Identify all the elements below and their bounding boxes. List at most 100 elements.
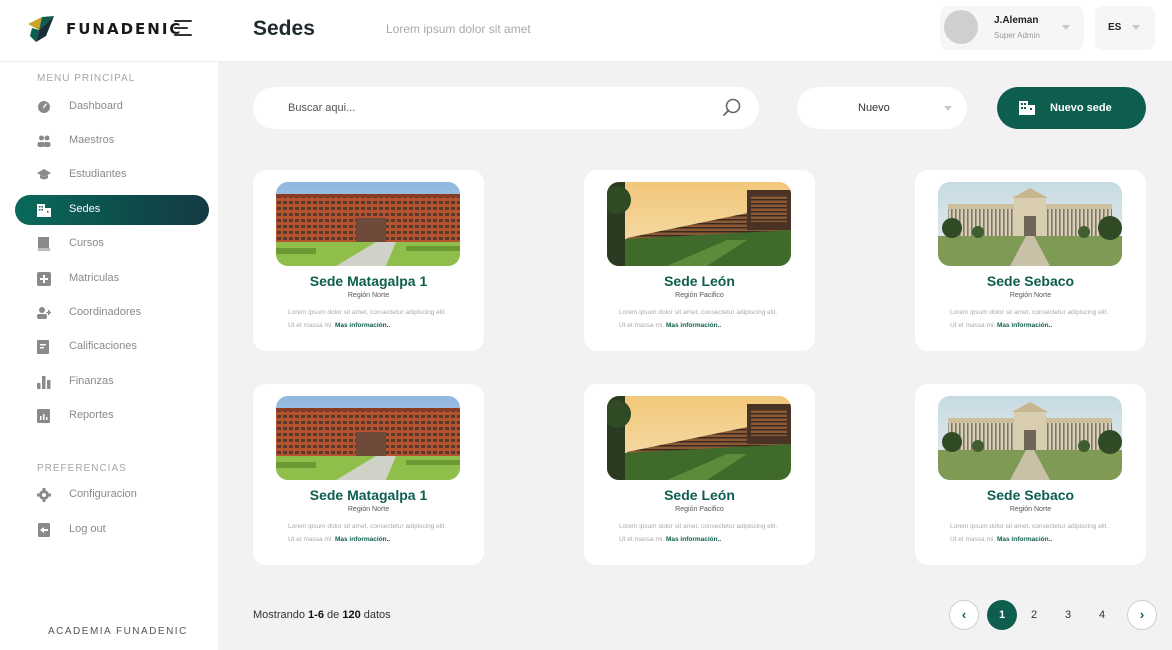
more-info-link[interactable]: Mas información..: [666, 322, 721, 329]
more-info-link[interactable]: Mas información..: [335, 322, 390, 329]
sede-photo: [607, 396, 791, 480]
sede-title: Sede Sebaco: [986, 487, 1075, 503]
more-info-link[interactable]: Mas información..: [997, 322, 1052, 329]
chevron-right-icon: ›: [1139, 607, 1145, 622]
sede-region: Región Norte: [347, 506, 390, 513]
building-icon: [1019, 101, 1035, 115]
sede-card[interactable]: Sede Sebaco Región Norte Lorem ipsum dolor…: [915, 170, 1146, 351]
sidebar-item-coordinadores[interactable]: Coordinadores: [15, 298, 209, 328]
sidebar-item-finanzas[interactable]: Finanzas: [15, 367, 209, 397]
pagination-summary: Mostrando 1-6 de 120 datos: [253, 609, 391, 621]
building-icon: [37, 204, 51, 217]
menu-section-label: MENU PRINCIPAL: [37, 73, 136, 84]
sede-photo: [276, 396, 460, 480]
sede-title: Sede Matagalpa 1: [309, 273, 428, 289]
chevron-left-icon: ‹: [961, 607, 967, 622]
sidebar-item-logout[interactable]: Log out: [15, 515, 209, 545]
sidebar-item-reportes[interactable]: Reportes: [15, 401, 209, 431]
sidebar-item-label: Dashboard: [69, 100, 123, 112]
sidebar-item-calificaciones[interactable]: Calificaciones: [15, 332, 209, 362]
sede-region: Región Norte: [347, 292, 390, 299]
brand-name: FUNADENIC: [66, 20, 183, 38]
sede-title: Sede Sebaco: [986, 273, 1075, 289]
chevron-down-icon: [1062, 25, 1070, 30]
user-role: Super Admin: [994, 31, 1040, 40]
brand[interactable]: FUNADENIC: [26, 13, 182, 45]
plus-box-icon: [37, 272, 51, 286]
teachers-icon: [37, 135, 51, 147]
sidebar-item-configuracion[interactable]: Configuracion: [15, 480, 209, 510]
sede-region: Región Pacifico: [675, 292, 724, 299]
sidebar-item-estudiantes[interactable]: Estudiantes: [15, 160, 209, 190]
sidebar-item-sedes[interactable]: Sedes: [15, 195, 209, 225]
summary-total: 120: [342, 609, 361, 621]
more-info-link[interactable]: Mas información..: [997, 536, 1052, 543]
sede-description: Lorem ipsum dolor sit amet, consectetur …: [619, 520, 783, 546]
graduation-cap-icon: [37, 169, 51, 180]
search-input[interactable]: Buscar aqui...: [253, 87, 759, 129]
menu-toggle-icon[interactable]: [174, 20, 194, 36]
sidebar-item-matriculas[interactable]: Matriculas: [15, 264, 209, 294]
sidebar-item-label: Matriculas: [69, 272, 120, 284]
sede-title: Sede Matagalpa 1: [309, 487, 428, 503]
summary-prefix: Mostrando: [253, 609, 305, 621]
sede-region: Región Norte: [1009, 292, 1052, 299]
pagination-page-4[interactable]: 4: [1087, 600, 1117, 630]
sede-card[interactable]: Sede León Región Pacifico Lorem ipsum dolo…: [584, 384, 815, 565]
new-sede-button[interactable]: Nuevo sede: [997, 87, 1146, 129]
sidebar-item-label: Estudiantes: [69, 168, 127, 180]
grades-icon: [37, 340, 49, 354]
sede-description: Lorem ipsum dolor sit amet, consectetur …: [288, 306, 452, 332]
pagination-page-2[interactable]: 2: [1019, 600, 1049, 630]
sede-card[interactable]: Sede Matagalpa 1 Región Norte Lorem ipsum …: [253, 384, 484, 565]
sede-photo: [607, 182, 791, 266]
add-user-icon: [37, 307, 51, 319]
page-subtitle: Lorem ipsum dolor sit amet: [386, 22, 531, 36]
sede-photo: [938, 396, 1122, 480]
pagination-page-3[interactable]: 3: [1053, 600, 1083, 630]
page-title: Sedes: [253, 17, 315, 40]
sede-description: Lorem ipsum dolor sit amet, consectetur …: [950, 306, 1114, 332]
sede-region: Región Norte: [1009, 506, 1052, 513]
sidebar-item-cursos[interactable]: Cursos: [15, 229, 209, 259]
sede-description: Lorem ipsum dolor sit amet, consectetur …: [950, 520, 1114, 546]
sidebar-item-maestros[interactable]: Maestros: [15, 126, 209, 156]
sede-card[interactable]: Sede León Región Pacifico Lorem ipsum dolo…: [584, 170, 815, 351]
sede-title: Sede León: [664, 487, 735, 503]
search-icon[interactable]: [722, 98, 742, 118]
pagination-next-button[interactable]: ›: [1127, 600, 1157, 630]
summary-of: de: [327, 609, 340, 621]
pagination-page-1[interactable]: 1: [987, 600, 1017, 630]
sede-description: Lorem ipsum dolor sit amet, consectetur …: [288, 520, 452, 546]
user-menu[interactable]: J.Aleman Super Admin: [940, 6, 1084, 50]
pagination-prev-button[interactable]: ‹: [949, 600, 979, 630]
sede-card[interactable]: Sede Sebaco Región Norte Lorem ipsum dolor…: [915, 384, 1146, 565]
filter-select[interactable]: Nuevo: [797, 87, 967, 129]
filter-value: Nuevo: [858, 102, 890, 114]
more-info-link[interactable]: Mas información..: [335, 536, 390, 543]
user-name: J.Aleman: [994, 15, 1039, 26]
language-select[interactable]: ES: [1095, 6, 1155, 50]
summary-suffix: datos: [363, 609, 391, 621]
chevron-down-icon: [944, 106, 952, 111]
sidebar-footer: ACADEMIA FUNADENIC: [48, 626, 188, 637]
bar-chart-icon: [37, 376, 51, 389]
sidebar-item-dashboard[interactable]: Dashboard: [15, 92, 209, 122]
preferences-section-label: PREFERENCIAS: [37, 463, 127, 474]
search-placeholder: Buscar aqui...: [288, 102, 356, 114]
sede-card[interactable]: Sede Matagalpa 1 Región Norte Lorem ipsum …: [253, 170, 484, 351]
sidebar: MENU PRINCIPAL Dashboard Maestros Estudi…: [0, 62, 218, 650]
more-info-link[interactable]: Mas información..: [666, 536, 721, 543]
language-value: ES: [1108, 22, 1122, 33]
sidebar-item-label: Finanzas: [69, 375, 114, 387]
sidebar-item-label: Log out: [69, 523, 106, 535]
avatar: [944, 10, 978, 44]
sidebar-item-label: Calificaciones: [69, 340, 137, 352]
gear-icon: [37, 488, 51, 502]
sede-photo: [938, 182, 1122, 266]
sidebar-item-label: Maestros: [69, 134, 115, 146]
book-icon: [38, 237, 50, 251]
sidebar-item-label: Cursos: [69, 237, 104, 249]
chevron-down-icon: [1132, 25, 1140, 30]
sede-photo: [276, 182, 460, 266]
